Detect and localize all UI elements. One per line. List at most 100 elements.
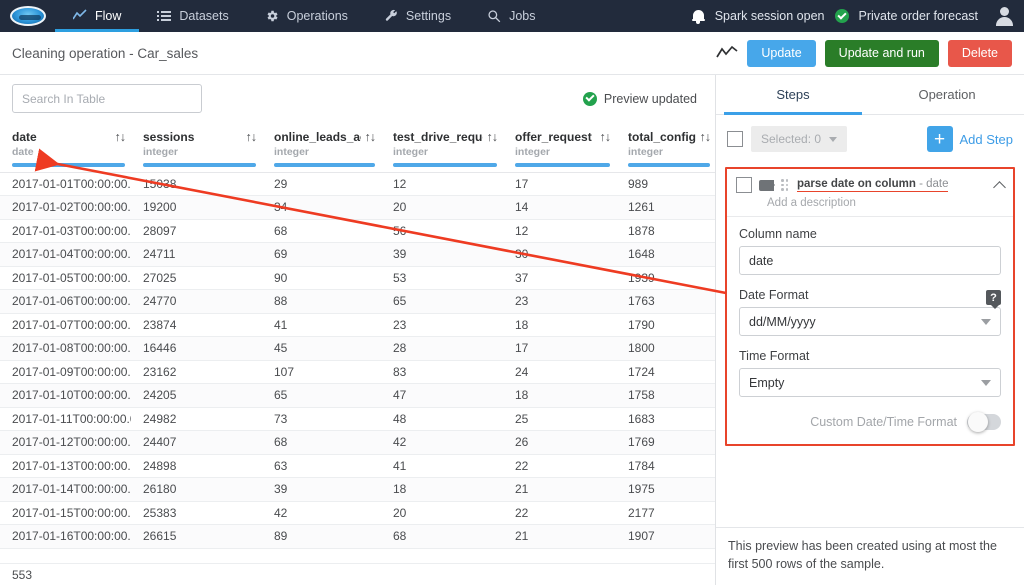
step-description-placeholder[interactable]: Add a description [736, 193, 1005, 209]
cell-online_leads_actuals: 29 [262, 172, 381, 196]
table-header-date[interactable]: datedate↑↓ [0, 122, 131, 172]
cell-sessions: 27025 [131, 266, 262, 290]
cell-sessions: 16446 [131, 337, 262, 361]
chevron-down-icon [829, 137, 837, 142]
cell-total_configs: 1261 [616, 196, 716, 220]
table-search-row: Preview updated [0, 75, 715, 122]
nav-item-datasets[interactable]: Datasets [139, 0, 246, 32]
table-row[interactable]: 2017-01-16T00:00:00.000Z266158968211907 [0, 525, 716, 549]
operation-toolbar: Cleaning operation - Car_sales Update Up… [0, 32, 1024, 75]
column-type-label: integer [274, 146, 361, 158]
table-row[interactable]: 2017-01-03T00:00:00.000Z280976856121878 [0, 219, 716, 243]
table-row[interactable]: 2017-01-02T00:00:00.000Z192003420141261 [0, 196, 716, 220]
cell-date: 2017-01-09T00:00:00.000Z [0, 360, 131, 384]
cell-date: 2017-01-13T00:00:00.000Z [0, 454, 131, 478]
cell-sessions: 25383 [131, 501, 262, 525]
cell-online_leads_actuals: 88 [262, 290, 381, 314]
cell-date: 2017-01-05T00:00:00.000Z [0, 266, 131, 290]
cell-test_drive_request: 41 [381, 454, 503, 478]
table-row[interactable]: 2017-01-09T00:00:00.000Z2316210783241724 [0, 360, 716, 384]
cell-test_drive_request: 48 [381, 407, 503, 431]
table-header-offer_request[interactable]: offer_requestinteger↑↓ [503, 122, 616, 172]
selected-count-dropdown[interactable]: Selected: 0 [751, 126, 847, 152]
time-format-label: Time Format [739, 349, 1001, 363]
table-row[interactable]: 2017-01-15T00:00:00.000Z253834220222177 [0, 501, 716, 525]
column-type-label: integer [393, 146, 483, 158]
table-header-test_drive_request[interactable]: test_drive_requestinteger↑↓ [381, 122, 503, 172]
nav-item-jobs[interactable]: Jobs [469, 0, 553, 32]
column-type-label: integer [143, 146, 194, 158]
tab-steps[interactable]: Steps [716, 75, 870, 114]
chevron-up-icon[interactable] [994, 180, 1005, 191]
preview-status: Preview updated [583, 92, 703, 106]
cell-total_configs: 1784 [616, 454, 716, 478]
add-step-button[interactable]: + Add Step [927, 126, 1014, 152]
time-format-select[interactable]: Empty [739, 368, 1001, 397]
table-row[interactable]: 2017-01-13T00:00:00.000Z248986341221784 [0, 454, 716, 478]
column-name-label: total_configs [628, 130, 696, 144]
table-row[interactable]: 2017-01-14T00:00:00.000Z261803918211975 [0, 478, 716, 502]
cell-offer_request: 21 [503, 525, 616, 549]
cell-sessions: 24898 [131, 454, 262, 478]
nav-item-settings[interactable]: Settings [366, 0, 469, 32]
table-row[interactable]: 2017-01-06T00:00:00.000Z247708865231763 [0, 290, 716, 314]
drag-handle-icon[interactable] [781, 179, 790, 191]
table-row[interactable]: 2017-01-07T00:00:00.000Z238744123181790 [0, 313, 716, 337]
delete-button[interactable]: Delete [948, 40, 1012, 67]
app-logo[interactable] [0, 0, 55, 32]
cell-sessions: 24770 [131, 290, 262, 314]
cell-offer_request: 17 [503, 172, 616, 196]
table-row[interactable]: 2017-01-11T00:00:00.000Z249827348251683 [0, 407, 716, 431]
sort-asc-desc-icon[interactable]: ↑↓ [361, 130, 376, 144]
user-avatar-icon[interactable] [994, 6, 1014, 26]
custom-format-row: Custom Date/Time Format [739, 414, 1001, 430]
cell-offer_request: 22 [503, 454, 616, 478]
table-header-total_configs[interactable]: total_configsinteger↑↓ [616, 122, 716, 172]
table-header-online_leads_actuals[interactable]: online_leads_actualsinteger↑↓ [262, 122, 381, 172]
sort-asc-desc-icon[interactable]: ↑↓ [696, 130, 711, 144]
table-row[interactable]: 2017-01-12T00:00:00.000Z244076842261769 [0, 431, 716, 455]
search-input[interactable] [12, 84, 202, 113]
table-row[interactable]: 2017-01-05T00:00:00.000Z270259053371939 [0, 266, 716, 290]
sort-asc-desc-icon[interactable]: ↑↓ [111, 130, 126, 144]
nav-label-operations: Operations [287, 9, 348, 23]
update-button[interactable]: Update [747, 40, 815, 67]
project-name[interactable]: Private order forecast [859, 9, 979, 23]
cell-offer_request: 23 [503, 290, 616, 314]
cell-test_drive_request: 12 [381, 172, 503, 196]
line-chart-icon[interactable] [716, 45, 738, 61]
tag-icon[interactable] [759, 180, 774, 191]
step-title[interactable]: parse date on column - date [797, 178, 948, 192]
nav-item-flow[interactable]: Flow [55, 0, 139, 32]
cell-online_leads_actuals: 69 [262, 243, 381, 267]
question-mark-icon[interactable]: ? [986, 290, 1001, 305]
bell-icon[interactable] [692, 9, 705, 24]
table-row[interactable]: 2017-01-04T00:00:00.000Z247116939301648 [0, 243, 716, 267]
cell-test_drive_request: 68 [381, 525, 503, 549]
table-row[interactable]: 2017-01-08T00:00:00.000Z164464528171800 [0, 337, 716, 361]
select-all-steps-checkbox[interactable] [727, 131, 743, 147]
line-chart-icon [73, 9, 87, 23]
nav-item-operations[interactable]: Operations [247, 0, 366, 32]
update-and-run-button[interactable]: Update and run [825, 40, 939, 67]
sort-asc-desc-icon[interactable]: ↑↓ [596, 130, 611, 144]
step-checkbox[interactable] [736, 177, 752, 193]
cell-online_leads_actuals: 68 [262, 431, 381, 455]
cell-online_leads_actuals: 68 [262, 219, 381, 243]
column-name-input[interactable] [739, 246, 1001, 275]
custom-format-toggle[interactable] [967, 414, 1001, 430]
table-row[interactable]: 2017-01-10T00:00:00.000Z242056547181758 [0, 384, 716, 408]
cell-date: 2017-01-03T00:00:00.000Z [0, 219, 131, 243]
date-format-select[interactable]: dd/MM/yyyy [739, 307, 1001, 336]
cell-online_leads_actuals: 90 [262, 266, 381, 290]
tab-operation[interactable]: Operation [870, 75, 1024, 114]
table-body: 2017-01-01T00:00:00.000Z1503829121798920… [0, 172, 716, 548]
custom-format-label: Custom Date/Time Format [810, 415, 957, 429]
table-header-sessions[interactable]: sessionsinteger↑↓ [131, 122, 262, 172]
cell-date: 2017-01-01T00:00:00.000Z [0, 172, 131, 196]
table-row[interactable]: 2017-01-01T00:00:00.000Z15038291217989 [0, 172, 716, 196]
cell-test_drive_request: 28 [381, 337, 503, 361]
sort-asc-desc-icon[interactable]: ↑↓ [483, 130, 498, 144]
sort-asc-desc-icon[interactable]: ↑↓ [242, 130, 257, 144]
date-format-value: dd/MM/yyyy [749, 315, 816, 329]
